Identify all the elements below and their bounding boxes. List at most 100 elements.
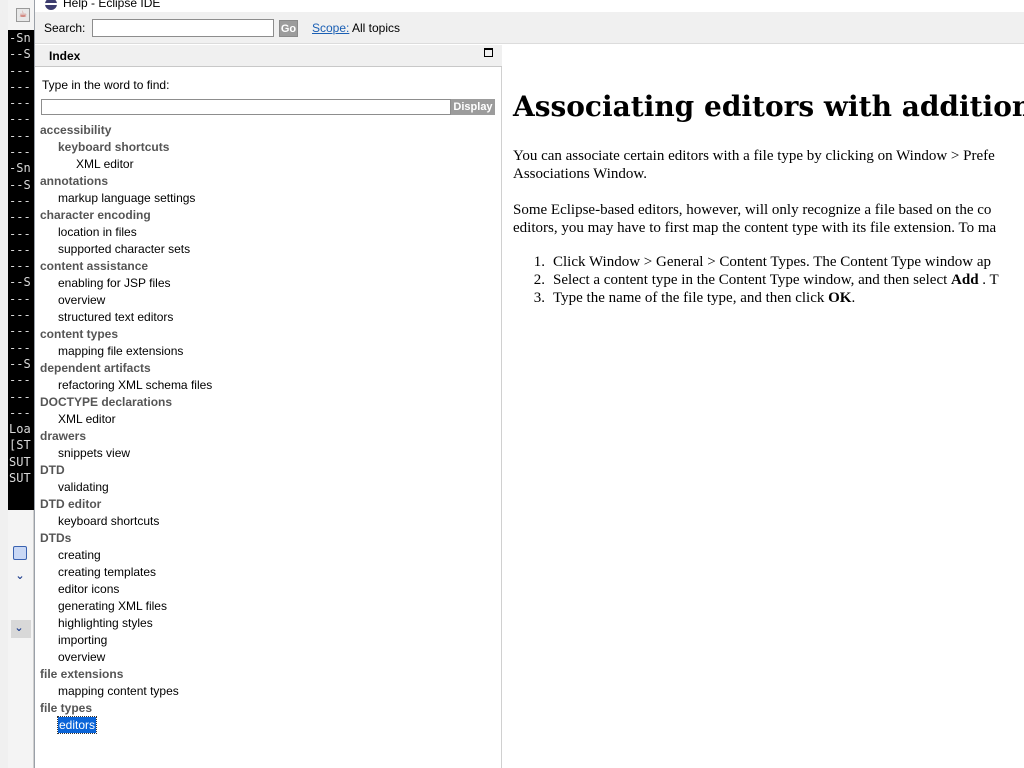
console-line: --- <box>9 291 31 306</box>
index-entry-label: refactoring XML schema files <box>58 378 213 392</box>
index-entry-label: importing <box>58 633 108 647</box>
step-item: 1. Click Window > General > Content Types… <box>513 253 999 271</box>
index-keyword[interactable]: content types <box>40 326 495 343</box>
background-window-edge <box>0 0 8 768</box>
index-keyword[interactable]: character encoding <box>40 207 495 224</box>
index-keyword[interactable]: content assistance <box>40 258 495 275</box>
index-entry[interactable]: editors <box>40 716 495 734</box>
paragraph-2-line-1: Some Eclipse-based editors, however, wil… <box>513 202 992 218</box>
index-entry[interactable]: editor icons <box>40 581 495 598</box>
console-line: [ST <box>9 438 31 453</box>
index-keyword[interactable]: dependent artifacts <box>40 360 495 377</box>
console-line: SUT <box>9 471 31 486</box>
go-button[interactable]: Go <box>279 20 298 37</box>
index-entry-label: mapping file extensions <box>58 344 184 358</box>
paragraph-1: You can associate certain editors with a… <box>513 147 1024 183</box>
index-entry-label: file extensions <box>40 667 124 681</box>
console-line: --S <box>9 275 31 290</box>
console-line: --- <box>9 193 31 208</box>
index-entry[interactable]: importing <box>40 632 495 649</box>
eclipse-icon <box>45 0 57 10</box>
index-entry-label: DTD editor <box>40 497 102 511</box>
index-entry-label: keyboard shortcuts <box>58 514 160 528</box>
book-icon[interactable] <box>12 546 30 562</box>
index-entry[interactable]: highlighting styles <box>40 615 495 632</box>
console-line: --- <box>9 112 31 127</box>
index-entry[interactable]: creating templates <box>40 564 495 581</box>
index-entry[interactable]: enabling for JSP files <box>40 275 495 292</box>
index-entry[interactable]: keyboard shortcuts <box>40 139 495 156</box>
index-entry-label: overview <box>58 650 106 664</box>
index-keyword[interactable]: drawers <box>40 428 495 445</box>
background-window-toolbar: ☕ <box>8 0 34 30</box>
index-entry-label: editor icons <box>58 582 120 596</box>
console-line: --- <box>9 259 31 274</box>
console-line: -Sn <box>9 31 31 45</box>
index-entry-label: highlighting styles <box>58 616 153 630</box>
index-entry[interactable]: keyboard shortcuts <box>40 513 495 530</box>
index-entry[interactable]: mapping file extensions <box>40 343 495 360</box>
window-title: Help - Eclipse IDE <box>63 0 161 10</box>
background-side-strip: ⌄ ⌄ <box>8 510 34 768</box>
index-entry[interactable]: creating <box>40 547 495 564</box>
index-entry[interactable]: mapping content types <box>40 683 495 700</box>
console-line: Loa <box>9 422 31 437</box>
help-window: Help - Eclipse IDE Search: Go Scope: All… <box>34 0 1024 768</box>
index-list: accessibility keyboard shortcuts XML edito… <box>40 122 495 734</box>
index-keyword[interactable]: DOCTYPE declarations <box>40 394 495 411</box>
index-entry-label: structured text editors <box>58 310 174 324</box>
index-entry-label: editors <box>56 716 98 734</box>
index-entry[interactable]: XML editor <box>40 156 495 173</box>
console-line: --- <box>9 128 31 143</box>
index-entry-label: markup language settings <box>58 191 196 205</box>
index-keyword[interactable]: DTD editor <box>40 496 495 513</box>
paragraph-2-line-2: editors, you may have to first map the c… <box>513 220 997 236</box>
index-entry[interactable]: overview <box>40 292 495 309</box>
step-item: 2. Select a content type in the Content T… <box>513 271 999 289</box>
index-keyword[interactable]: file extensions <box>40 666 495 683</box>
console-line: --- <box>9 96 31 111</box>
index-entry-label: DTDs <box>40 531 72 545</box>
index-entry-label: drawers <box>40 429 87 443</box>
console-line: --S <box>9 356 31 371</box>
index-entry[interactable]: refactoring XML schema files <box>40 377 495 394</box>
console-line: --- <box>9 308 31 323</box>
index-entry-label: supported character sets <box>58 242 191 256</box>
paragraph-1-line-1: You can associate certain editors with a… <box>513 148 995 164</box>
console-line: --- <box>9 405 31 420</box>
maximize-icon[interactable] <box>484 48 493 57</box>
index-entry-label: XML editor <box>58 412 116 426</box>
index-entry-label: DOCTYPE declarations <box>40 395 173 409</box>
index-entry[interactable]: validating <box>40 479 495 496</box>
index-entry[interactable]: snippets view <box>40 445 495 462</box>
index-entry-label: character encoding <box>40 208 151 222</box>
console-line: --- <box>9 373 31 388</box>
index-keyword[interactable]: DTDs <box>40 530 495 547</box>
index-entry[interactable]: supported character sets <box>40 241 495 258</box>
index-entry-label: XML editor <box>76 157 134 171</box>
index-entry[interactable]: markup language settings <box>40 190 495 207</box>
index-entry[interactable]: generating XML files <box>40 598 495 615</box>
find-input[interactable] <box>41 99 451 115</box>
index-keyword[interactable]: DTD <box>40 462 495 479</box>
index-entry-label: accessibility <box>40 123 112 137</box>
step-text: Select a content type in the Content Typ… <box>553 272 952 288</box>
search-toolbar: Search: Go Scope: All topics <box>35 12 1024 44</box>
console-line: --- <box>9 340 31 355</box>
index-keyword[interactable]: accessibility <box>40 122 495 139</box>
index-entry[interactable]: location in files <box>40 224 495 241</box>
index-entry[interactable]: XML editor <box>40 411 495 428</box>
step-text-tail: . <box>851 290 856 306</box>
display-button[interactable]: Display <box>451 99 495 115</box>
index-entry[interactable]: overview <box>40 649 495 666</box>
index-entry-label: mapping content types <box>58 684 179 698</box>
chevron-down-icon[interactable]: ⌄ <box>12 568 30 584</box>
java-icon[interactable]: ☕ <box>16 8 30 22</box>
index-keyword[interactable]: file types <box>40 700 495 717</box>
search-input[interactable] <box>92 19 274 37</box>
scope-link[interactable]: Scope: <box>312 20 349 36</box>
chevron-down-icon[interactable]: ⌄ <box>11 620 31 638</box>
index-entry[interactable]: structured text editors <box>40 309 495 326</box>
index-keyword[interactable]: annotations <box>40 173 495 190</box>
index-pane-header: Index <box>35 45 502 67</box>
